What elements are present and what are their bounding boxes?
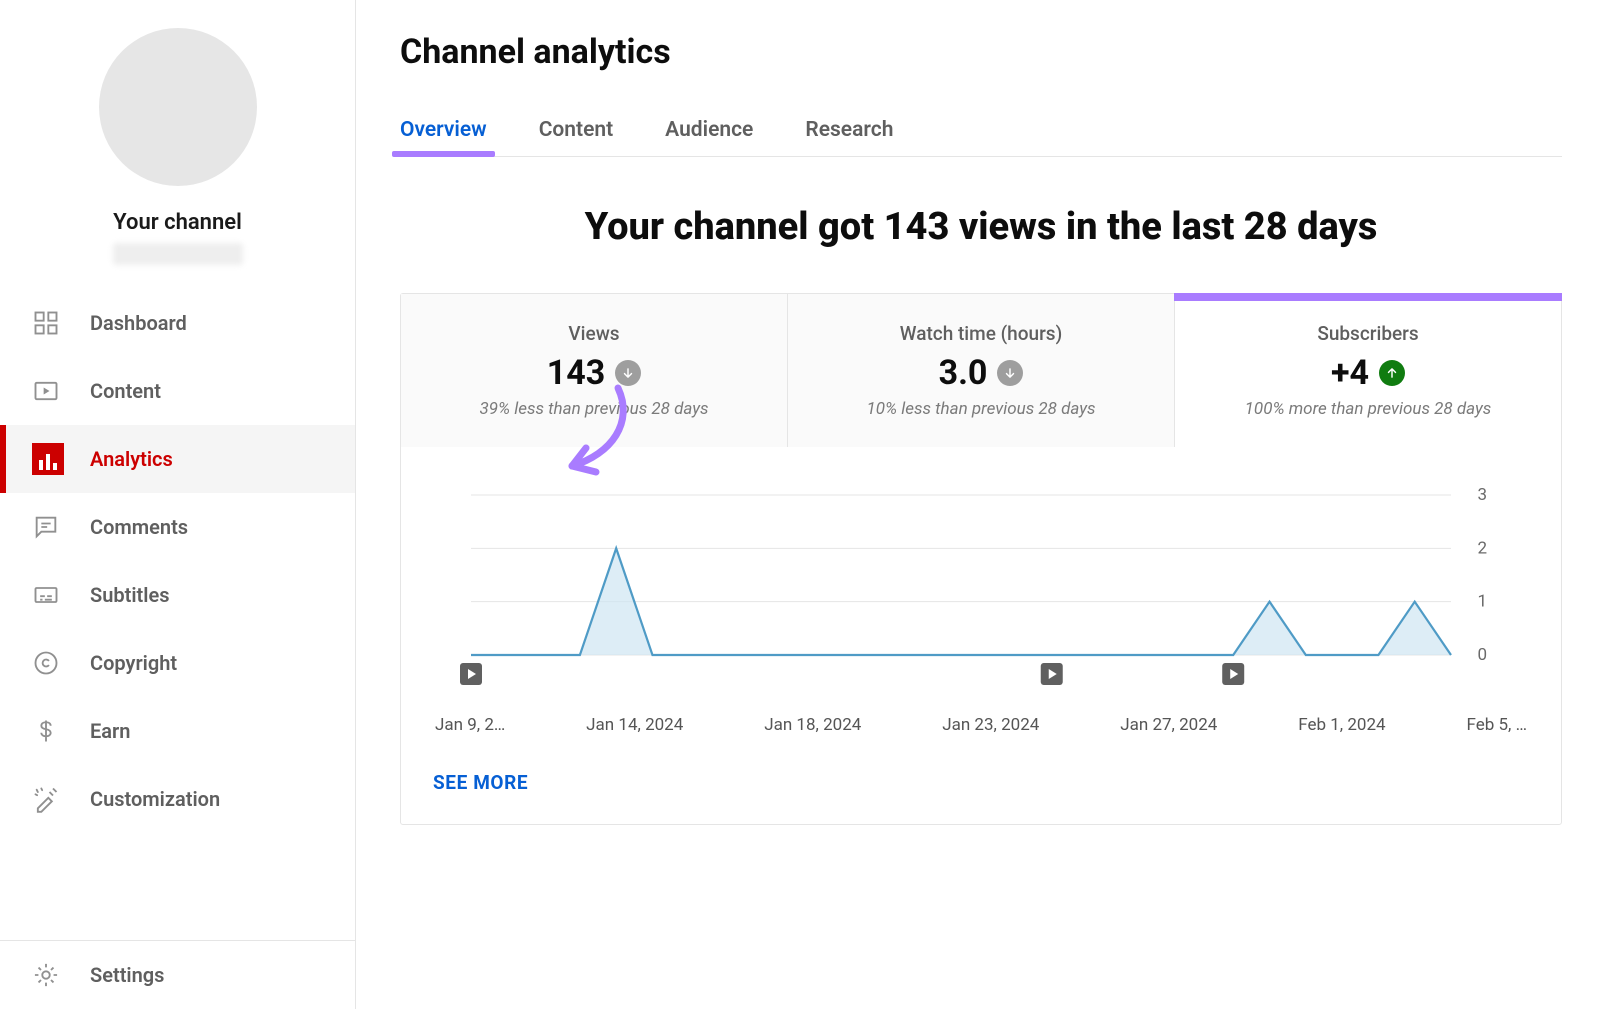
tab-label: Audience xyxy=(665,118,753,142)
sidebar-item-label: Settings xyxy=(90,963,164,987)
sidebar: Your channel Dashboard Content Ana xyxy=(0,0,356,1009)
metric-title: Watch time (hours) xyxy=(800,322,1162,345)
content-icon xyxy=(32,377,90,405)
comments-icon xyxy=(32,513,90,541)
sidebar-item-comments[interactable]: Comments xyxy=(0,493,355,561)
see-more-link[interactable]: SEE MORE xyxy=(401,745,560,824)
metric-subtext: 39% less than previous 28 days xyxy=(413,399,775,419)
sidebar-item-label: Copyright xyxy=(90,651,177,675)
x-tick-label: Feb 1, 2024 xyxy=(1298,715,1385,735)
tab-research[interactable]: Research xyxy=(805,110,893,156)
metrics-row: Views 143 39% less than previous 28 days… xyxy=(401,294,1561,447)
tab-label: Content xyxy=(539,118,613,142)
analytics-card: Views 143 39% less than previous 28 days… xyxy=(400,293,1562,825)
channel-name-redacted xyxy=(113,243,243,265)
gear-icon xyxy=(32,961,90,989)
x-tick-label: Jan 27, 2024 xyxy=(1120,715,1217,735)
metric-subscribers[interactable]: Subscribers +4 100% more than previous 2… xyxy=(1175,294,1561,447)
y-tick-label: 0 xyxy=(1477,645,1487,665)
sidebar-item-settings[interactable]: Settings xyxy=(0,941,355,1009)
sidebar-item-label: Dashboard xyxy=(90,311,187,335)
line-chart: 0 1 2 3 xyxy=(429,485,1533,705)
page-title: Channel analytics xyxy=(400,32,1562,72)
sidebar-item-label: Earn xyxy=(90,719,130,743)
analytics-icon xyxy=(32,443,90,475)
sidebar-item-subtitles[interactable]: Subtitles xyxy=(0,561,355,629)
metric-views[interactable]: Views 143 39% less than previous 28 days xyxy=(401,294,788,447)
copyright-icon xyxy=(32,649,90,677)
sidebar-item-label: Subtitles xyxy=(90,583,170,607)
metric-title: Subscribers xyxy=(1187,322,1549,345)
x-tick-label: Feb 5, … xyxy=(1466,715,1527,735)
trend-down-icon xyxy=(615,360,641,386)
sidebar-item-earn[interactable]: Earn xyxy=(0,697,355,765)
metric-value: 3.0 xyxy=(939,353,988,393)
metric-title: Views xyxy=(413,322,775,345)
customization-icon xyxy=(32,785,90,813)
trend-up-icon xyxy=(1379,360,1405,386)
tab-overview[interactable]: Overview xyxy=(400,110,487,156)
headline: Your channel got 143 views in the last 2… xyxy=(400,205,1562,249)
sidebar-item-content[interactable]: Content xyxy=(0,357,355,425)
metric-subtext: 100% more than previous 28 days xyxy=(1187,399,1549,419)
metric-value: 143 xyxy=(547,353,606,393)
tabs: Overview Content Audience Research xyxy=(400,110,1562,157)
tab-label: Research xyxy=(805,118,893,142)
y-tick-label: 1 xyxy=(1477,592,1487,612)
subtitles-icon xyxy=(32,581,90,609)
y-tick-label: 2 xyxy=(1477,538,1487,558)
metric-watch-time[interactable]: Watch time (hours) 3.0 10% less than pre… xyxy=(788,294,1175,447)
sidebar-item-analytics[interactable]: Analytics xyxy=(0,425,355,493)
x-tick-label: Jan 18, 2024 xyxy=(764,715,861,735)
y-tick-label: 3 xyxy=(1477,485,1487,505)
sidebar-item-label: Analytics xyxy=(90,447,173,471)
tab-label: Overview xyxy=(400,118,487,142)
upload-marker-icon[interactable] xyxy=(1041,663,1063,685)
metric-subtext: 10% less than previous 28 days xyxy=(800,399,1162,419)
channel-avatar[interactable] xyxy=(99,28,257,186)
upload-marker-icon[interactable] xyxy=(1222,663,1244,685)
dashboard-icon xyxy=(32,309,90,337)
sidebar-item-dashboard[interactable]: Dashboard xyxy=(0,289,355,357)
channel-label: Your channel xyxy=(0,210,355,235)
chart-x-axis: Jan 9, 2… Jan 14, 2024 Jan 18, 2024 Jan 23,… xyxy=(429,705,1533,735)
sidebar-item-label: Customization xyxy=(90,787,220,811)
sidebar-nav: Dashboard Content Analytics Comments xyxy=(0,289,355,928)
sidebar-item-label: Content xyxy=(90,379,161,403)
chart: 0123 Jan 9, 2…Jan 14, 2024Jan 18, 20 xyxy=(401,447,1561,745)
channel-header: Your channel xyxy=(0,0,355,289)
earn-icon xyxy=(32,717,90,745)
x-tick-label: Jan 14, 2024 xyxy=(586,715,683,735)
upload-marker-icon[interactable] xyxy=(460,663,482,685)
tab-audience[interactable]: Audience xyxy=(665,110,753,156)
trend-down-icon xyxy=(997,360,1023,386)
x-tick-label: Jan 9, 2… xyxy=(435,715,505,735)
sidebar-item-label: Comments xyxy=(90,515,188,539)
main-content: Channel analytics Overview Content Audie… xyxy=(356,0,1600,1009)
sidebar-item-copyright[interactable]: Copyright xyxy=(0,629,355,697)
metric-value: +4 xyxy=(1331,353,1369,393)
x-tick-label: Jan 23, 2024 xyxy=(942,715,1039,735)
tab-content[interactable]: Content xyxy=(539,110,613,156)
sidebar-item-customization[interactable]: Customization xyxy=(0,765,355,833)
